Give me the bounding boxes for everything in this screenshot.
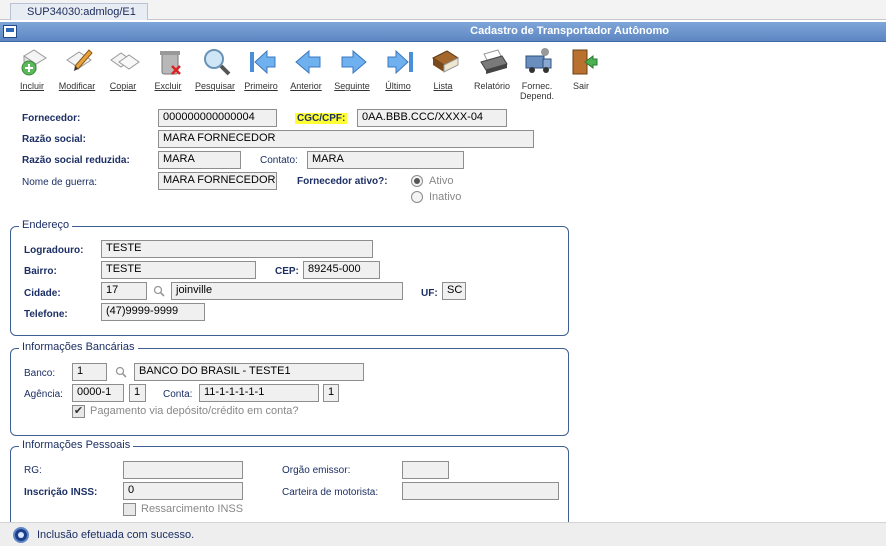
lista-button[interactable]: Lista — [421, 45, 465, 97]
rg-label: RG: — [24, 465, 42, 476]
razao-social-field[interactable]: MARA FORNECEDOR — [158, 130, 534, 148]
ressarcimento-label: Ressarcimento INSS — [141, 503, 244, 515]
endereco-legend: Endereço — [19, 219, 73, 231]
carteira-motorista-field[interactable] — [402, 482, 559, 500]
conta-label: Conta: — [163, 389, 193, 400]
cidade-name-field[interactable]: joinville — [171, 282, 403, 300]
bairro-label: Bairro: — [24, 266, 57, 277]
ativo-radio-label: Ativo — [429, 175, 454, 187]
telefone-field[interactable]: (47)9999-9999 — [101, 303, 205, 321]
carteira-motorista-label: Carteira de motorista: — [282, 487, 379, 498]
book-icon — [431, 50, 460, 73]
fornecedor-label: Fornecedor: — [22, 113, 81, 124]
cep-label: CEP: — [275, 266, 299, 277]
bairro-field[interactable]: TESTE — [101, 261, 256, 279]
cgc-cpf-field[interactable]: 0AA.BBB.CCC/XXXX-04 — [357, 109, 507, 127]
cidade-label: Cidade: — [24, 288, 61, 299]
nome-guerra-field[interactable]: MARA FORNECEDOR — [158, 172, 277, 190]
next-record-icon — [341, 49, 367, 75]
cep-field[interactable]: 89245-000 — [303, 261, 380, 279]
copy-document-icon — [110, 52, 140, 70]
cgc-cpf-label: CGC/CPF: — [295, 113, 348, 124]
inscricao-inss-label: Inscrição INSS: — [24, 487, 98, 498]
contato-label: Contato: — [260, 155, 298, 166]
banco-label: Banco: — [24, 368, 56, 379]
banco-code-field[interactable]: 1 — [72, 363, 107, 381]
printer-icon — [480, 49, 508, 74]
fornecedor-ativo-label: Fornecedor ativo?: — [297, 176, 388, 187]
window-titlebar: Cadastro de Transportador Autônomo — [0, 22, 886, 42]
logradouro-field[interactable]: TESTE — [101, 240, 373, 258]
banco-search-icon[interactable] — [115, 366, 127, 378]
sair-button[interactable]: Sair — [559, 45, 603, 97]
razao-reduzida-field[interactable]: MARA — [158, 151, 241, 169]
contato-field[interactable]: MARA — [307, 151, 464, 169]
tab-sup34030[interactable]: SUP34030:admlog/E1 — [10, 3, 148, 20]
status-message: Inclusão efetuada com sucesso. — [37, 529, 195, 541]
last-record-icon — [387, 49, 413, 75]
first-record-icon — [250, 49, 276, 75]
edit-document-icon — [66, 49, 93, 71]
bancarias-legend: Informações Bancárias — [19, 341, 138, 353]
fornecedor-dependents-icon — [525, 48, 552, 73]
razao-reduzida-label: Razão social reduzida: — [22, 155, 130, 166]
info-icon — [13, 527, 29, 543]
banco-name-field[interactable]: BANCO DO BRASIL - TESTE1 — [134, 363, 364, 381]
orgao-emissor-label: Orgão emissor: — [282, 465, 351, 476]
fornec-label-line1: Fornec. — [521, 81, 553, 91]
razao-social-label: Razão social: — [22, 134, 86, 145]
inativo-radio[interactable] — [411, 191, 423, 203]
pagamento-checkbox[interactable]: ✔ — [72, 405, 85, 418]
conta-field[interactable]: 11-1-1-1-1-1 — [199, 384, 319, 402]
pessoais-legend: Informações Pessoais — [19, 439, 134, 451]
window-title: Cadastro de Transportador Autônomo — [470, 25, 669, 37]
exit-door-icon — [572, 49, 598, 75]
search-icon — [204, 49, 231, 76]
rg-field[interactable] — [123, 461, 243, 479]
telefone-label: Telefone: — [24, 309, 68, 320]
conta-dv-field[interactable]: 1 — [323, 384, 339, 402]
ativo-radio[interactable] — [411, 175, 423, 187]
logradouro-label: Logradouro: — [24, 245, 84, 256]
pagamento-label: Pagamento via depósito/crédito em conta? — [90, 405, 299, 417]
uf-label: UF: — [421, 288, 438, 299]
sair-label: Sair — [572, 81, 589, 91]
cidade-code-field[interactable]: 17 — [101, 282, 147, 300]
inativo-radio-label: Inativo — [429, 191, 462, 203]
fornecedor-field[interactable]: 000000000000004 — [158, 109, 277, 127]
trash-icon — [160, 51, 181, 75]
agencia-dv-field[interactable]: 1 — [129, 384, 146, 402]
excluir-button[interactable]: Excluir — [146, 45, 190, 97]
agencia-field[interactable]: 0000-1 — [72, 384, 124, 402]
inscricao-inss-field[interactable]: 0 — [123, 482, 243, 500]
previous-record-icon — [295, 49, 321, 75]
fornec-label-line2: Depend. — [519, 91, 555, 101]
orgao-emissor-field[interactable] — [402, 461, 449, 479]
tab-strip: SUP34030:admlog/E1 — [0, 0, 886, 20]
cidade-search-icon[interactable] — [153, 285, 165, 297]
uf-field[interactable]: SC — [442, 282, 466, 300]
toolbar: Incluir Modificar Copiar Excluir Pesquis… — [0, 43, 886, 101]
add-document-icon — [21, 49, 47, 76]
window-icon[interactable] — [3, 25, 17, 38]
status-bar: Inclusão efetuada com sucesso. — [0, 522, 886, 546]
agencia-label: Agência: — [24, 389, 63, 400]
ressarcimento-checkbox[interactable] — [123, 503, 136, 516]
nome-guerra-label: Nome de guerra: — [22, 177, 98, 188]
